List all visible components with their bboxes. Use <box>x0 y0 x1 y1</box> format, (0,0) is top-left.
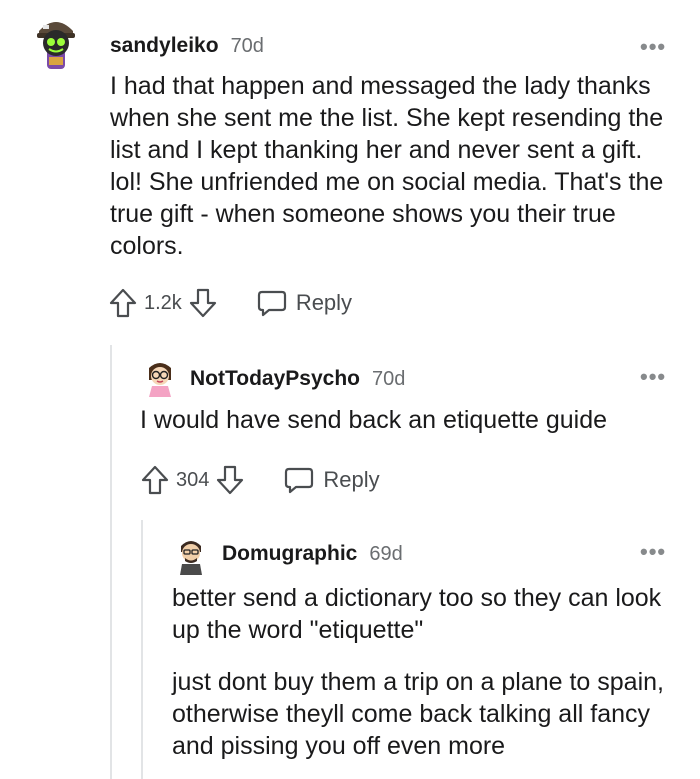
avatar[interactable] <box>33 13 79 75</box>
more-options-icon[interactable]: ••• <box>640 541 666 563</box>
comment-actions: 1.2k Reply <box>108 287 352 319</box>
comment-body: I would have send back an etiquette guid… <box>140 404 680 436</box>
vote-count: 1.2k <box>144 291 182 314</box>
username[interactable]: NotTodayPsycho <box>190 367 360 391</box>
reply-bubble-icon <box>283 465 315 495</box>
timestamp[interactable]: 70d <box>372 368 405 391</box>
downvote-icon[interactable] <box>188 287 218 319</box>
reply-button[interactable]: Reply <box>283 465 380 495</box>
vote-count: 304 <box>176 468 210 491</box>
timestamp[interactable]: 69d <box>369 543 402 566</box>
username[interactable]: Domugraphic <box>222 542 357 566</box>
upvote-icon[interactable] <box>108 287 138 319</box>
comment-text: just dont buy them a trip on a plane to … <box>172 668 664 760</box>
comment-text: I would have send back an etiquette guid… <box>140 406 608 434</box>
reply-label: Reply <box>323 467 380 492</box>
avatar[interactable] <box>176 536 206 576</box>
reply-label: Reply <box>295 290 353 315</box>
comment-text: I had that happen and messaged the lady … <box>110 72 664 260</box>
more-options-icon[interactable]: ••• <box>640 36 666 58</box>
more-options-icon[interactable]: ••• <box>640 366 666 388</box>
timestamp[interactable]: 70d <box>231 35 264 58</box>
thread-line[interactable] <box>141 520 143 779</box>
avatar[interactable] <box>145 360 175 398</box>
upvote-icon[interactable] <box>140 464 170 496</box>
comment-body: better send a dictionary too so they can… <box>172 582 672 762</box>
comment-actions: 304 Reply <box>140 464 380 496</box>
thread-line[interactable] <box>110 345 112 779</box>
reply-button[interactable]: Reply <box>256 288 352 318</box>
downvote-icon[interactable] <box>215 464 245 496</box>
comment-body: I had that happen and messaged the lady … <box>110 70 670 262</box>
comment-text: better send a dictionary too so they can… <box>172 584 662 644</box>
reply-bubble-icon <box>256 288 288 318</box>
username[interactable]: sandyleiko <box>110 34 219 58</box>
